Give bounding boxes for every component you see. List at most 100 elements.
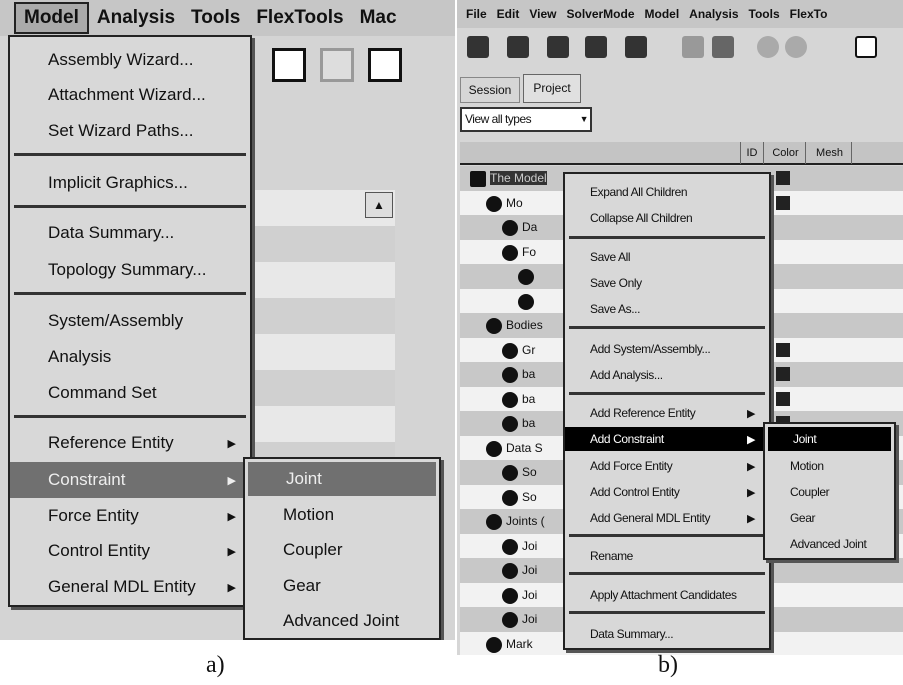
tree-node-icon	[486, 636, 502, 653]
menu-item-general-mdl-entity[interactable]: General MDL Entity ▶	[10, 570, 250, 604]
toolbar-icon[interactable]	[682, 36, 704, 58]
tree-node-label: ba	[522, 391, 536, 406]
toolbar-icon[interactable]	[547, 36, 569, 58]
ctx-save-as[interactable]: Save As...	[565, 297, 769, 321]
submenu-item-advanced-joint[interactable]: Advanced Joint	[765, 532, 894, 556]
menu-model[interactable]: Model	[14, 2, 89, 34]
tree-node-label: Da	[522, 220, 538, 234]
column-color[interactable]: Color	[766, 142, 806, 164]
toolbar-icon[interactable]	[467, 36, 489, 58]
menu-solvermode[interactable]: SolverMode	[561, 7, 639, 21]
submenu-item-coupler[interactable]: Coupler	[765, 480, 894, 504]
tree-context-menu: Expand All Children Collapse All Childre…	[563, 172, 771, 650]
submenu-arrow-icon: ▶	[227, 581, 236, 594]
tree-node-label: The Model	[490, 171, 547, 185]
menu-item-attachment-wizard[interactable]: Attachment Wizard...	[10, 78, 250, 112]
label: Force Entity	[48, 506, 139, 525]
label: Add Force Entity	[590, 459, 673, 473]
tree-node-icon	[518, 269, 534, 285]
menu-tools[interactable]: Tools	[183, 4, 248, 32]
tree-node-icon	[518, 293, 534, 310]
menu-item-system-assembly[interactable]: System/Assembly	[10, 304, 250, 338]
menu-edit[interactable]: Edit	[492, 7, 525, 21]
menu-tools[interactable]: Tools	[744, 7, 785, 21]
menu-flextools[interactable]: FlexTools	[248, 4, 351, 32]
toolbar-icon[interactable]	[712, 36, 734, 58]
column-id[interactable]: ID	[740, 142, 764, 164]
separator	[569, 326, 765, 329]
tree-node-icon	[502, 367, 518, 383]
ctx-add-system-assembly[interactable]: Add System/Assembly...	[565, 337, 769, 361]
color-box-icon[interactable]	[368, 48, 402, 82]
menu-item-assembly-wizard[interactable]: Assembly Wizard...	[10, 43, 250, 77]
ctx-save-all[interactable]: Save All	[565, 245, 769, 269]
ctx-add-control-entity[interactable]: Add Control Entity ▶	[565, 480, 769, 504]
ctx-add-general-mdl-entity[interactable]: Add General MDL Entity ▶	[565, 506, 769, 530]
menu-item-implicit-graphics[interactable]: Implicit Graphics...	[10, 166, 250, 200]
menu-item-command-set[interactable]: Command Set	[10, 376, 250, 410]
label: Control Entity	[48, 541, 151, 560]
menu-item-analysis[interactable]: Analysis	[10, 340, 250, 374]
tree-node-label: Fo	[522, 244, 537, 259]
tree-node-icon	[502, 465, 518, 481]
menu-mac[interactable]: Mac	[352, 4, 405, 32]
toolbar-icon[interactable]	[585, 36, 607, 58]
tree-node-label: Data S	[506, 440, 543, 455]
ctx-add-constraint[interactable]: Add Constraint ▶	[565, 427, 769, 451]
menu-item-force-entity[interactable]: Force Entity ▶	[10, 499, 250, 533]
submenu-item-gear[interactable]: Gear	[765, 506, 894, 530]
menu-model[interactable]: Model	[640, 7, 685, 21]
ctx-add-force-entity[interactable]: Add Force Entity ▶	[565, 454, 769, 478]
menu-flextools[interactable]: FlexTo	[785, 7, 833, 21]
ctx-expand-all-children[interactable]: Expand All Children	[565, 180, 769, 204]
ctx-rename[interactable]: Rename	[565, 544, 769, 568]
menu-item-constraint[interactable]: Constraint ▶	[10, 462, 250, 498]
color-swatch[interactable]	[776, 171, 790, 185]
tree-node-icon	[470, 171, 486, 187]
tree-node-icon	[486, 440, 502, 457]
submenu-item-advanced-joint[interactable]: Advanced Joint	[245, 604, 439, 638]
menu-item-topology-summary[interactable]: Topology Summary...	[10, 253, 250, 287]
ctx-collapse-all-children[interactable]: Collapse All Children	[565, 206, 769, 230]
separator	[14, 292, 246, 295]
ctx-add-reference-entity[interactable]: Add Reference Entity ▶	[565, 401, 769, 425]
submenu-item-motion[interactable]: Motion	[765, 454, 894, 478]
ctx-apply-attachment-candidates[interactable]: Apply Attachment Candidates	[565, 583, 769, 607]
submenu-arrow-icon: ▶	[746, 433, 755, 446]
scroll-up-button[interactable]: ▲	[365, 192, 393, 218]
toolbar-icon[interactable]	[507, 36, 529, 58]
toolbar-icon[interactable]	[625, 36, 647, 58]
back-arrow-icon[interactable]	[757, 36, 779, 58]
menu-item-set-wizard-paths[interactable]: Set Wizard Paths...	[10, 114, 250, 148]
add-constraint-submenu: Joint Motion Coupler Gear Advanced Joint	[763, 422, 896, 560]
tab-session[interactable]: Session	[460, 77, 520, 103]
forward-arrow-icon[interactable]	[785, 36, 807, 58]
color-swatch[interactable]	[776, 367, 790, 381]
tree-node-label: So	[522, 489, 537, 504]
column-mesh[interactable]: Mesh	[808, 142, 852, 164]
submenu-item-gear[interactable]: Gear	[245, 569, 439, 603]
submenu-arrow-icon: ▶	[746, 512, 755, 525]
menu-analysis[interactable]: Analysis	[89, 4, 183, 32]
ctx-add-analysis[interactable]: Add Analysis...	[565, 363, 769, 387]
menu-item-data-summary[interactable]: Data Summary...	[10, 216, 250, 250]
menu-item-reference-entity[interactable]: Reference Entity ▶	[10, 426, 250, 460]
add-grid-icon[interactable]	[272, 48, 306, 82]
delete-grid-icon[interactable]	[320, 48, 354, 82]
menu-item-control-entity[interactable]: Control Entity ▶	[10, 534, 250, 568]
submenu-item-joint[interactable]: Joint	[248, 462, 436, 496]
menu-file[interactable]: File	[461, 7, 492, 21]
ctx-save-only[interactable]: Save Only	[565, 271, 769, 295]
menu-analysis[interactable]: Analysis	[684, 7, 743, 21]
color-swatch[interactable]	[776, 195, 790, 210]
submenu-item-motion[interactable]: Motion	[245, 498, 439, 532]
menu-view[interactable]: View	[524, 7, 561, 21]
color-swatch[interactable]	[776, 342, 790, 357]
add-grid-icon[interactable]	[855, 36, 877, 58]
submenu-item-joint[interactable]: Joint	[768, 427, 891, 451]
ctx-data-summary[interactable]: Data Summary...	[565, 622, 769, 646]
filter-select[interactable]: View all types ▼	[460, 107, 592, 132]
color-swatch[interactable]	[776, 391, 790, 406]
submenu-item-coupler[interactable]: Coupler	[245, 533, 439, 567]
tab-project[interactable]: Project	[523, 74, 581, 103]
